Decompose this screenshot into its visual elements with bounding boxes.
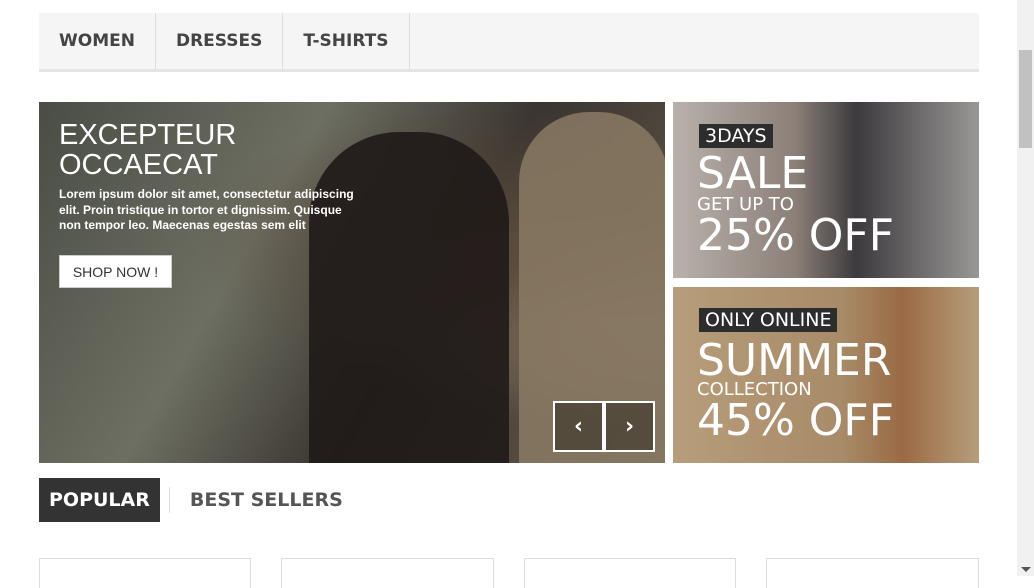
menu-women[interactable]: WOMEN (39, 13, 156, 69)
product-card[interactable] (524, 558, 736, 588)
hero-slider: EXCEPTEUR OCCAECAT Lorem ipsum dolor sit … (39, 102, 665, 463)
hero-text: Lorem ipsum dolor sit amet, consectetur … (59, 187, 354, 232)
hero-title-line2: OCCAECAT (59, 149, 218, 181)
product-card[interactable] (281, 558, 494, 588)
banner-tag: ONLY ONLINE (699, 308, 838, 332)
menu-t-shirts[interactable]: T-SHIRTS (283, 13, 410, 69)
tab-best-sellers[interactable]: BEST SELLERS (190, 489, 343, 511)
tab-divider (168, 487, 170, 513)
banner-offer: 45% OFF (697, 395, 895, 446)
slider-next-button[interactable]: › (604, 401, 655, 452)
scrollbar-thumb[interactable] (1019, 50, 1032, 148)
banner-headline: SUMMER (697, 335, 892, 386)
chevron-right-icon: › (624, 414, 635, 439)
product-card[interactable] (766, 558, 979, 588)
summer-banner[interactable]: ONLY ONLINE SUMMER COLLECTION 45% OFF (673, 287, 979, 463)
product-tabs: POPULAR BEST SELLERS (39, 478, 343, 522)
scroll-down-arrow-icon[interactable] (1021, 567, 1031, 572)
hero-image-woman (309, 132, 509, 463)
tab-popular[interactable]: POPULAR (39, 478, 160, 522)
hero-title-line1: EXCEPTEUR (59, 119, 237, 151)
slider-prev-button[interactable]: ‹ (553, 401, 604, 452)
top-menu: WOMEN DRESSES T-SHIRTS (39, 13, 979, 72)
banner-offer: 25% OFF (697, 210, 895, 261)
banner-tag: 3DAYS (699, 124, 773, 148)
menu-dresses[interactable]: DRESSES (156, 13, 284, 69)
sale-banner[interactable]: 3DAYS SALE GET UP TO 25% OFF (673, 102, 979, 278)
hero-title: EXCEPTEUR OCCAECAT (59, 120, 236, 180)
product-card[interactable] (39, 558, 251, 588)
scrollbar[interactable] (1017, 0, 1034, 576)
shop-now-button[interactable]: SHOP NOW ! (59, 255, 172, 288)
chevron-left-icon: ‹ (573, 414, 584, 439)
banner-headline: SALE (697, 148, 809, 199)
